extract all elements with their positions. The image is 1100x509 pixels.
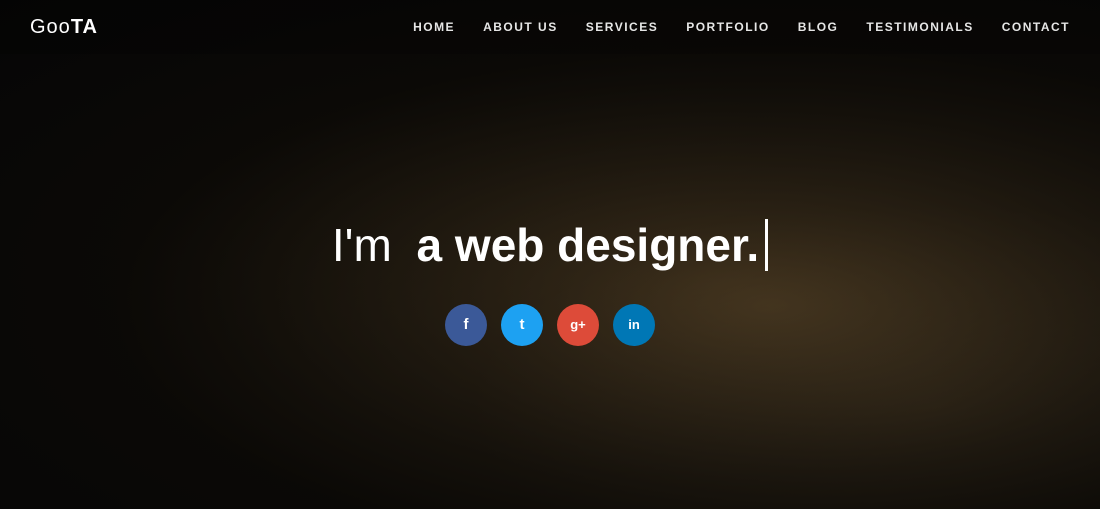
- site-logo[interactable]: GooTA: [30, 16, 98, 39]
- social-linkedin-button[interactable]: in: [613, 304, 655, 346]
- social-facebook-button[interactable]: f: [445, 304, 487, 346]
- logo-text-bold: TA: [71, 16, 98, 38]
- twitter-icon: t: [520, 316, 525, 333]
- main-nav: HOME ABOUT US SERVICES PORTFOLIO BLOG TE…: [413, 20, 1070, 34]
- linkedin-icon: in: [628, 317, 640, 332]
- social-icons-group: f t g+ in: [445, 304, 655, 346]
- facebook-icon: f: [464, 316, 469, 333]
- nav-about[interactable]: ABOUT US: [483, 20, 558, 34]
- googleplus-icon: g+: [570, 317, 586, 332]
- hero-tagline: I'm a web designer.: [332, 218, 768, 272]
- nav-testimonials[interactable]: TESTIMONIALS: [866, 20, 973, 34]
- text-cursor: [765, 219, 768, 271]
- social-google-button[interactable]: g+: [557, 304, 599, 346]
- nav-portfolio[interactable]: PORTFOLIO: [686, 20, 770, 34]
- nav-contact[interactable]: CONTACT: [1002, 20, 1070, 34]
- hero-section: I'm a web designer. f t g+ in: [0, 54, 1100, 509]
- hero-tagline-bold: a web designer.: [417, 218, 760, 272]
- social-twitter-button[interactable]: t: [501, 304, 543, 346]
- nav-home[interactable]: HOME: [413, 20, 455, 34]
- logo-text-normal: Goo: [30, 16, 71, 38]
- nav-services[interactable]: SERVICES: [586, 20, 658, 34]
- hero-tagline-light: I'm: [332, 218, 392, 272]
- site-header: GooTA HOME ABOUT US SERVICES PORTFOLIO B…: [0, 0, 1100, 54]
- nav-blog[interactable]: BLOG: [798, 20, 839, 34]
